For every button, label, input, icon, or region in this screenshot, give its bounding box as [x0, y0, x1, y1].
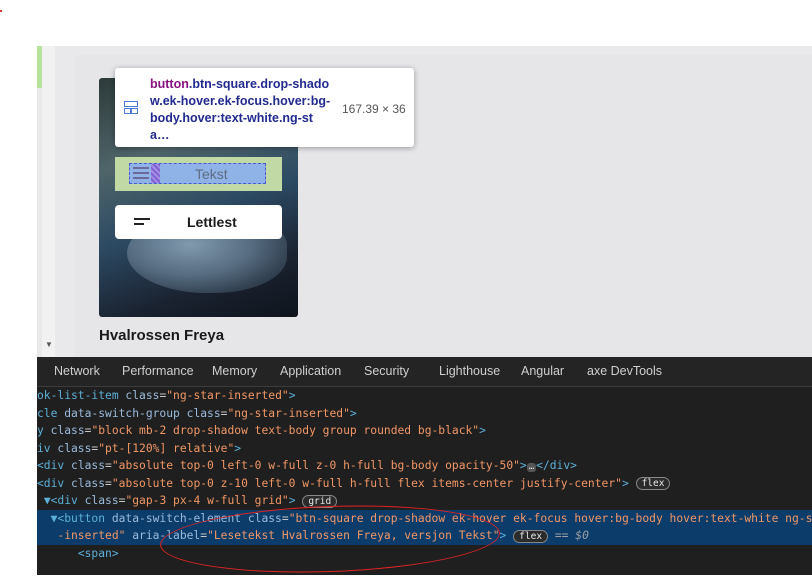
card-title[interactable]: Hvalrossen Freya	[99, 327, 224, 344]
dom-line[interactable]: cle data-switch-group class="ng-star-ins…	[37, 405, 812, 423]
scroll-thumb[interactable]	[37, 46, 42, 88]
dom-tag: ▼<button	[50, 511, 112, 525]
tab-security[interactable]: Security	[364, 364, 409, 378]
dom-value: "gap-3 px-4 w-full grid"	[125, 494, 289, 507]
tab-network[interactable]: Network	[54, 364, 100, 378]
tab-lighthouse[interactable]: Lighthouse	[439, 364, 500, 378]
text-lines-icon	[134, 218, 150, 228]
dom-attr: data-switch-group class	[64, 406, 221, 420]
dom-value: "absolute top-0 z-10 left-0 w-full h-ful…	[111, 476, 622, 490]
dom-tag: <span>	[77, 546, 119, 560]
equals-sign: ==	[554, 529, 569, 542]
dom-line[interactable]: ok-list-item class="ng-star-inserted">	[37, 387, 812, 405]
viewport-scrollbar[interactable]	[42, 46, 55, 357]
dom-tag: y	[37, 424, 51, 437]
lettlest-button-label: Lettlest	[187, 214, 237, 230]
dom-attr: class	[84, 494, 119, 507]
dom-attr: class	[71, 459, 106, 472]
tab-angular[interactable]: Angular	[521, 364, 564, 378]
stray-dot	[0, 10, 2, 12]
dom-tag: ▼<div	[43, 494, 85, 507]
dom-line[interactable]: ▼<div class="gap-3 px-4 w-full grid"> gr…	[37, 492, 812, 510]
dom-tag-close: >	[621, 476, 629, 490]
dom-tag: iv	[37, 441, 58, 455]
dom-tag-close: >	[479, 424, 486, 437]
dom-value: "block mb-2 drop-shadow text-body group …	[91, 424, 480, 437]
dom-value: "ng-star-inserted"	[166, 389, 289, 402]
tab-application[interactable]: Application	[280, 364, 341, 378]
dom-line[interactable]: iv class="pt-[120%] relative">	[37, 440, 812, 458]
dom-tag-close: >	[288, 389, 296, 402]
tab-axe-devtools[interactable]: axe DevTools	[587, 364, 662, 378]
tooltip-selector: button.btn-square.drop-shadow.ek-hover.e…	[150, 76, 332, 144]
dom-tag-close: >	[349, 406, 357, 420]
scroll-down-arrow-icon[interactable]: ▼	[45, 340, 53, 349]
dom-value: "absolute top-0 left-0 w-full z-0 h-full…	[111, 459, 520, 472]
tab-memory[interactable]: Memory	[212, 364, 257, 378]
dom-tag: <div	[37, 459, 72, 472]
dom-tag: <div	[37, 476, 72, 490]
dom-value: "ng-star-inserted"	[227, 406, 350, 420]
dom-tag-close: >	[499, 529, 507, 542]
flex-badge[interactable]: flex	[635, 477, 671, 490]
dom-tag-close: >	[519, 459, 527, 472]
dom-attr: class	[50, 424, 85, 437]
dom-line[interactable]: <div class="absolute top-0 z-10 left-0 w…	[37, 475, 812, 493]
dom-line[interactable]: y class="block mb-2 drop-shadow text-bod…	[37, 422, 812, 440]
tooltip-dimensions: 167.39 × 36	[342, 102, 406, 116]
dom-closing-tag: </div>	[536, 459, 577, 472]
grid-layout-icon	[124, 101, 138, 114]
dom-tag-close: >	[234, 441, 242, 455]
menu-lines-icon	[133, 167, 149, 179]
dom-value: "pt-[120%] relative"	[98, 441, 235, 455]
dom-value: -inserted"	[57, 529, 126, 542]
tekst-button-label: Tekst	[195, 166, 228, 182]
tooltip-tag: button	[150, 77, 189, 91]
dom-line[interactable]: <div class="absolute top-0 left-0 w-full…	[37, 457, 812, 475]
dom-attr: class	[125, 389, 160, 402]
dom-tag: ok-list-item	[37, 389, 126, 402]
collapsed-ellipsis[interactable]: …	[526, 463, 537, 472]
tab-performance[interactable]: Performance	[122, 364, 194, 378]
dom-attr: class	[57, 441, 92, 455]
gap-highlight	[151, 164, 160, 183]
dom-tag: cle	[37, 406, 65, 420]
dom-tag-close: >	[288, 494, 296, 507]
dom-attr: class	[71, 476, 106, 490]
dollar-zero: $0	[575, 529, 589, 542]
flex-badge[interactable]: flex	[513, 529, 549, 543]
